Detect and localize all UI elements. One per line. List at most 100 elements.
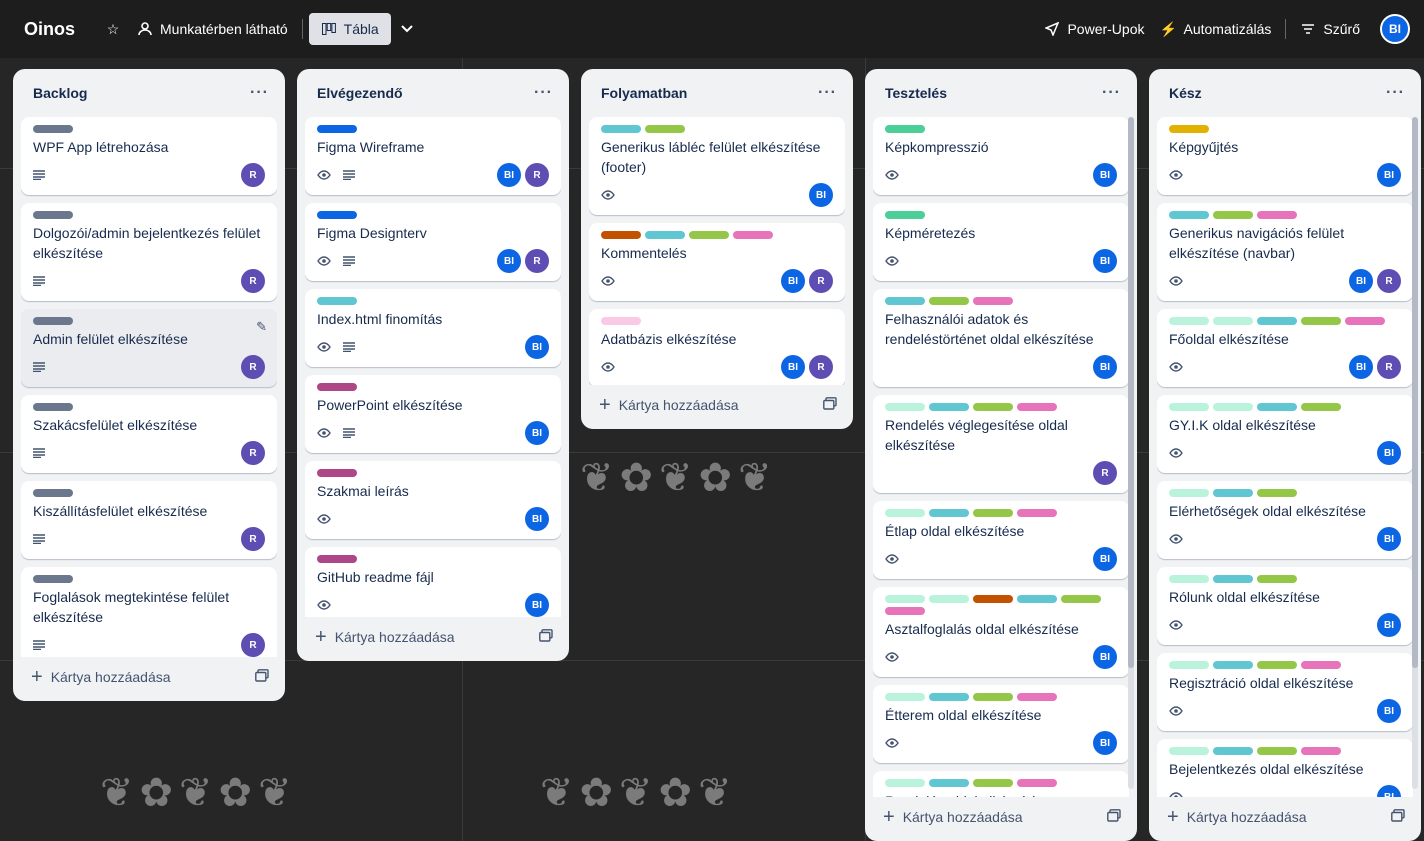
list-header[interactable]: Kész ··· (1157, 77, 1413, 109)
card[interactable]: Bejelentkezés oldal elkészítése BI (1157, 739, 1413, 797)
card-label[interactable] (1017, 779, 1057, 787)
card-label[interactable] (885, 297, 925, 305)
card-label[interactable] (885, 125, 925, 133)
member-avatar[interactable]: R (241, 441, 265, 465)
card-label[interactable] (1213, 403, 1253, 411)
card[interactable]: Felhasználói adatok és rendeléstörténet … (873, 289, 1129, 387)
card-label[interactable] (1169, 747, 1209, 755)
card-label[interactable] (1017, 509, 1057, 517)
card-label[interactable] (929, 403, 969, 411)
card-label[interactable] (973, 595, 1013, 603)
card-label[interactable] (317, 555, 357, 563)
member-avatar[interactable]: R (809, 269, 833, 293)
card-label[interactable] (885, 693, 925, 701)
more-options-icon[interactable]: ··· (534, 84, 553, 102)
card[interactable]: Étlap oldal elkészítése BI (873, 501, 1129, 579)
member-avatar[interactable]: BI (1377, 699, 1401, 723)
card-label[interactable] (1257, 317, 1297, 325)
card[interactable]: Figma Designterv BI R (305, 203, 561, 281)
card[interactable]: Kommentelés BI R (589, 223, 845, 301)
card[interactable]: GY.I.K oldal elkészítése BI (1157, 395, 1413, 473)
member-avatar[interactable]: BI (1093, 355, 1117, 379)
card-label[interactable] (1017, 693, 1057, 701)
card-label[interactable] (317, 211, 357, 219)
member-avatar[interactable]: R (241, 355, 265, 379)
card-label[interactable] (1301, 403, 1341, 411)
card-label[interactable] (1213, 211, 1253, 219)
member-avatar[interactable]: BI (1377, 527, 1401, 551)
card-label[interactable] (1213, 747, 1253, 755)
card-template-icon[interactable] (823, 397, 837, 413)
member-avatar[interactable]: BI (1093, 645, 1117, 669)
card-label[interactable] (885, 595, 925, 603)
card-label[interactable] (1017, 403, 1057, 411)
card-label[interactable] (1169, 211, 1209, 219)
card-label[interactable] (601, 231, 641, 239)
member-avatar[interactable]: BI (497, 163, 521, 187)
card-template-icon[interactable] (1107, 809, 1121, 825)
card-label[interactable] (1257, 489, 1297, 497)
add-card-button[interactable]: + Kártya hozzáadása (883, 807, 1023, 827)
automation-button[interactable]: ⚡ Automatizálás (1152, 13, 1279, 45)
card-label[interactable] (1257, 661, 1297, 669)
card[interactable]: Rendelés oldal elkészítése (873, 771, 1129, 797)
member-avatar[interactable]: BI (525, 421, 549, 445)
list-title[interactable]: Folyamatban (601, 85, 687, 101)
add-card-button[interactable]: + Kártya hozzáadása (599, 395, 739, 415)
member-avatar[interactable]: BI (1377, 441, 1401, 465)
card-label[interactable] (1213, 317, 1253, 325)
card-label[interactable] (885, 211, 925, 219)
card-label[interactable] (1017, 595, 1057, 603)
card-label[interactable] (1213, 489, 1253, 497)
card-label[interactable] (929, 509, 969, 517)
member-avatar[interactable]: BI (1377, 785, 1401, 797)
card-label[interactable] (1061, 595, 1101, 603)
member-avatar[interactable]: R (525, 163, 549, 187)
pencil-icon[interactable]: ✎ (256, 319, 267, 335)
member-avatar[interactable]: R (241, 527, 265, 551)
card[interactable]: Regisztráció oldal elkészítése BI (1157, 653, 1413, 731)
card-label[interactable] (973, 693, 1013, 701)
member-avatar[interactable]: R (241, 633, 265, 657)
list-title[interactable]: Elvégezendő (317, 85, 403, 101)
card[interactable]: Rendelés véglegesítése oldal elkészítése… (873, 395, 1129, 493)
card[interactable]: Kiszállításfelület elkészítése R (21, 481, 277, 559)
card-label[interactable] (1169, 575, 1209, 583)
card-label[interactable] (973, 403, 1013, 411)
card-label[interactable] (33, 575, 73, 583)
card[interactable]: Foglalások megtekintése felület elkészít… (21, 567, 277, 657)
card-label[interactable] (929, 693, 969, 701)
member-avatar[interactable]: BI (1349, 355, 1373, 379)
card-label[interactable] (645, 231, 685, 239)
card-label[interactable] (1169, 317, 1209, 325)
card-template-icon[interactable] (1391, 809, 1405, 825)
more-options-icon[interactable]: ··· (818, 84, 837, 102)
card-label[interactable] (885, 607, 925, 615)
card-template-icon[interactable] (255, 669, 269, 685)
card[interactable]: Elérhetőségek oldal elkészítése BI (1157, 481, 1413, 559)
member-avatar[interactable]: R (525, 249, 549, 273)
list-scrollbar[interactable] (1128, 117, 1134, 789)
member-avatar[interactable]: BI (1349, 269, 1373, 293)
card[interactable]: Képgyűjtés BI (1157, 117, 1413, 195)
card-label[interactable] (1301, 661, 1341, 669)
scrollbar-thumb[interactable] (1412, 117, 1418, 668)
card-label[interactable] (689, 231, 729, 239)
card-label[interactable] (33, 211, 73, 219)
list-column[interactable]: Elvégezendő ··· Figma Wireframe BI R Figma De… (297, 69, 569, 661)
card[interactable]: Szakmai leírás BI (305, 461, 561, 539)
member-avatar[interactable]: BI (1093, 731, 1117, 755)
list-header[interactable]: Elvégezendő ··· (305, 77, 561, 109)
card[interactable]: WPF App létrehozása R (21, 117, 277, 195)
view-switcher-button[interactable] (391, 13, 423, 45)
card-label[interactable] (317, 125, 357, 133)
card-label[interactable] (929, 595, 969, 603)
list-title[interactable]: Kész (1169, 85, 1202, 101)
card-label[interactable] (1257, 403, 1297, 411)
card[interactable]: Étterem oldal elkészítése BI (873, 685, 1129, 763)
card-label[interactable] (1213, 575, 1253, 583)
card-label[interactable] (33, 489, 73, 497)
card-label[interactable] (885, 779, 925, 787)
list-title[interactable]: Tesztelés (885, 85, 947, 101)
card[interactable]: Admin felület elkészítése R ✎ (21, 309, 277, 387)
